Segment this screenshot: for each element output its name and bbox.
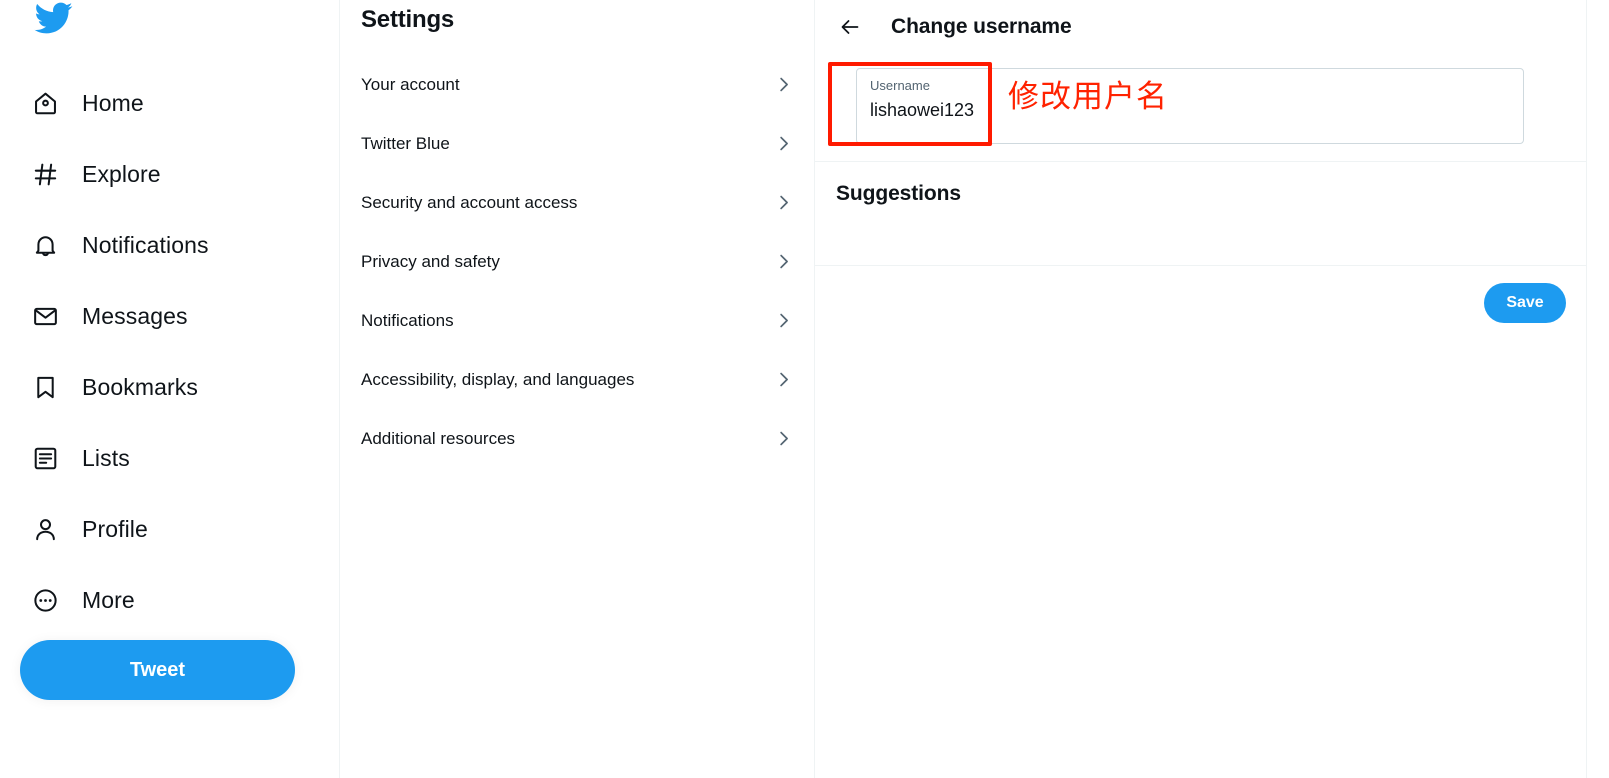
settings-item-accessibility-display-and-languages[interactable]: Accessibility, display, and languages — [340, 350, 815, 409]
sidebar-item-label: More — [82, 587, 135, 613]
settings-item-label: Security and account access — [361, 193, 578, 212]
settings-item-label: Additional resources — [361, 429, 516, 448]
bell-icon — [30, 231, 60, 261]
sidebar-item-messages[interactable]: Messages — [0, 281, 340, 352]
page-title: Change username — [891, 14, 1072, 38]
chevron-right-icon — [773, 429, 793, 449]
sidebar-item-label: Notifications — [82, 232, 209, 258]
sidebar-item-explore[interactable]: Explore — [0, 139, 340, 210]
twitter-settings-screen: Home Explore Notifications Messages Book… — [0, 0, 1609, 778]
chevron-right-icon — [773, 75, 793, 95]
twitter-bird-icon[interactable] — [27, 0, 79, 44]
sidebar-item-label: Home — [82, 90, 144, 116]
sidebar-item-notifications[interactable]: Notifications — [0, 210, 340, 281]
bookmark-icon — [30, 373, 60, 403]
sidebar-item-lists[interactable]: Lists — [0, 423, 340, 494]
panel-body: Change username Username lishaowei123 Su… — [815, 0, 1587, 778]
tweet-button[interactable]: Tweet — [20, 640, 295, 700]
back-arrow-icon[interactable] — [833, 10, 867, 44]
settings-item-security-and-account-access[interactable]: Security and account access — [340, 173, 815, 232]
settings-heading: Settings — [361, 6, 455, 33]
settings-menu: Your account Twitter Blue Security and a… — [340, 55, 815, 468]
sidebar-item-label: Bookmarks — [82, 374, 198, 400]
more-circle-icon — [30, 586, 60, 616]
sidebar-item-label: Messages — [82, 303, 188, 329]
panel-header: Change username — [815, 0, 1586, 53]
home-icon — [30, 89, 60, 119]
settings-item-twitter-blue[interactable]: Twitter Blue — [340, 114, 815, 173]
right-empty-area — [1587, 0, 1609, 778]
settings-item-label: Accessibility, display, and languages — [361, 370, 635, 389]
list-icon — [30, 444, 60, 474]
sidebar-item-bookmarks[interactable]: Bookmarks — [0, 352, 340, 423]
settings-item-label: Twitter Blue — [361, 134, 450, 153]
settings-item-your-account[interactable]: Your account — [340, 55, 815, 114]
hashtag-icon — [30, 160, 60, 190]
settings-item-privacy-and-safety[interactable]: Privacy and safety — [340, 232, 815, 291]
chevron-right-icon — [773, 134, 793, 154]
settings-item-additional-resources[interactable]: Additional resources — [340, 409, 815, 468]
sidebar-item-more[interactable]: More — [0, 565, 340, 636]
nav-item-list: Home Explore Notifications Messages Book… — [0, 68, 340, 636]
save-button[interactable]: Save — [1484, 283, 1566, 323]
suggestions-section: Suggestions — [815, 162, 1586, 265]
username-field-section: Username lishaowei123 — [815, 53, 1586, 161]
settings-item-label: Privacy and safety — [361, 252, 500, 271]
username-field-label: Username — [870, 78, 930, 93]
chevron-right-icon — [773, 252, 793, 272]
sidebar-item-label: Lists — [82, 445, 130, 471]
suggestions-heading: Suggestions — [836, 182, 961, 205]
sidebar-item-label: Explore — [82, 161, 161, 187]
username-field-value: lishaowei123 — [870, 99, 975, 120]
chevron-right-icon — [773, 193, 793, 213]
save-row: Save — [815, 266, 1586, 340]
username-input[interactable]: Username lishaowei123 — [856, 68, 1524, 144]
left-navigation: Home Explore Notifications Messages Book… — [0, 0, 340, 778]
settings-item-notifications[interactable]: Notifications — [340, 291, 815, 350]
chevron-right-icon — [773, 311, 793, 331]
sidebar-item-home[interactable]: Home — [0, 68, 340, 139]
change-username-panel: Change username Username lishaowei123 Su… — [815, 0, 1587, 778]
settings-item-label: Notifications — [361, 311, 454, 330]
sidebar-item-profile[interactable]: Profile — [0, 494, 340, 565]
sidebar-item-label: Profile — [82, 516, 148, 542]
person-icon — [30, 515, 60, 545]
chevron-right-icon — [773, 370, 793, 390]
settings-item-label: Your account — [361, 75, 460, 94]
envelope-icon — [30, 302, 60, 332]
settings-column: Settings Your account Twitter Blue Secur… — [340, 0, 815, 778]
